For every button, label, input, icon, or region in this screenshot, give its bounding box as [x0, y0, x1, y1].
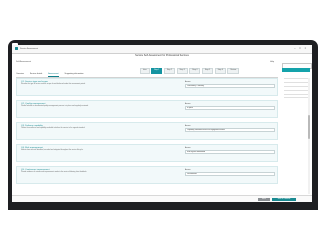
question-description: Confirm whether a documented quality man…: [21, 106, 89, 107]
tab-assessment[interactable]: Assessment: [48, 73, 59, 77]
app-logo-icon: [15, 47, 18, 51]
window-title: Service Assessment: [20, 47, 39, 50]
answer-field[interactable]: In place: [185, 105, 275, 110]
back-button[interactable]: Back: [258, 197, 270, 202]
step-indicator: Intro Step 1 Step 2 Step 3 Step 4 Step 5…: [140, 68, 240, 74]
maximize-icon[interactable]: □: [299, 46, 301, 50]
question-description: Outline the resources and capability ava…: [21, 128, 86, 129]
question-card: Q2. Quality management Confirm whether a…: [16, 100, 278, 118]
tab-overview[interactable]: Overview: [16, 73, 24, 77]
answer-field[interactable]: Consultancy - advisory: [185, 83, 275, 88]
close-icon[interactable]: ×: [305, 46, 307, 50]
minimize-icon[interactable]: –: [294, 46, 296, 50]
document-title: Service Self-Assessment for Professional…: [135, 54, 189, 57]
question-card: Q4. Risk management Indicate how risks a…: [16, 144, 278, 162]
question-list: Q1. Service type and scope Describe the …: [16, 78, 280, 194]
question-description: Indicate how risks are identified, recor…: [21, 150, 84, 151]
section-tabs: Overview Service details Assessment Supp…: [16, 73, 278, 78]
app-window: Service Assessment – □ × Service Self-As…: [12, 45, 312, 202]
side-panel: [284, 78, 310, 194]
footer-bar: Back Save & Continue: [12, 195, 312, 202]
answer-field[interactable]: Risk register maintained: [185, 149, 275, 154]
tab-service-details[interactable]: Service details: [30, 73, 42, 77]
question-card: Q1. Service type and scope Describe the …: [16, 78, 278, 96]
action-button[interactable]: [282, 68, 310, 72]
question-card: Q5. Continuous improvement Provide evide…: [16, 166, 278, 184]
header-label: Self-Assessment: [16, 61, 32, 63]
save-continue-button[interactable]: Save & Continue: [272, 197, 296, 202]
scrollbar-thumb[interactable]: [308, 115, 310, 139]
question-description: Provide evidence of reviews and improvem…: [21, 172, 87, 173]
question-description: Describe the type of service and the sco…: [21, 84, 86, 85]
question-card: Q3. Delivery capability Outline the reso…: [16, 122, 278, 140]
tab-supporting-information[interactable]: Supporting information: [65, 73, 84, 77]
answer-field[interactable]: Capability confirmed across all engageme…: [185, 127, 275, 132]
help-link[interactable]: Help: [270, 61, 274, 63]
answer-field[interactable]: Documented: [185, 171, 275, 176]
